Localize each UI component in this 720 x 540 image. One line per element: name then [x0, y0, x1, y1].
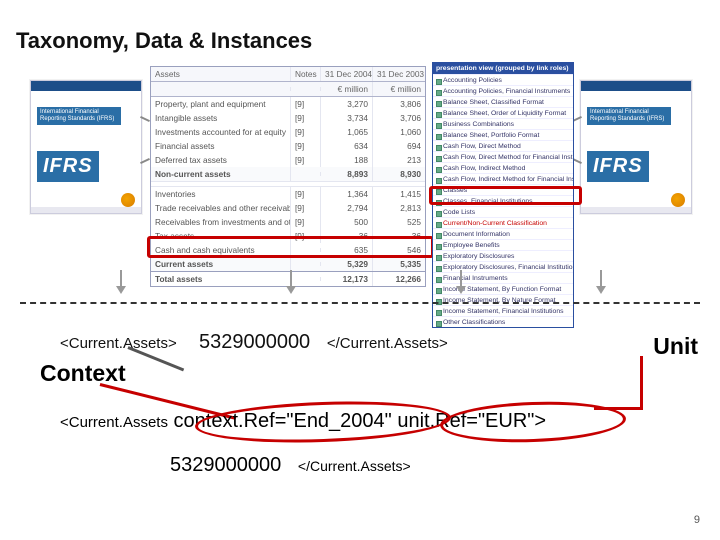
panel-item: Income Statement, Financial Institutions	[433, 305, 573, 316]
col-2004: 31 Dec 2004	[321, 67, 373, 81]
arrow-down-icon	[120, 270, 122, 292]
panel-item: Cash Flow, Direct Method	[433, 140, 573, 151]
col-2003: 31 Dec 2003	[373, 67, 425, 81]
arrow-down-icon	[290, 270, 292, 292]
divider-dashed	[20, 302, 700, 304]
table-row: Tax assets[9]3636	[151, 229, 425, 243]
table-row: Cash and cash equivalents635546	[151, 243, 425, 257]
cover-band	[581, 81, 691, 91]
panel-item: Code Lists	[433, 206, 573, 217]
panel-item: Classes, Financial Institutions	[433, 195, 573, 206]
connector-unit	[594, 407, 643, 410]
connector-unit	[640, 356, 643, 410]
table-row: Deferred tax assets[9]188213	[151, 153, 425, 167]
panel-item: Financial Instruments	[433, 272, 573, 283]
code-example: <Current.Assets> 5329000000 </Current.As…	[60, 329, 700, 356]
code-line-2: <Current.Assets context.Ref="End_2004" u…	[60, 410, 546, 433]
unit-2004: € million	[321, 82, 373, 96]
presentation-view-panel: presentation view (grouped by link roles…	[432, 62, 574, 328]
close-tag-2: </Current.Assets>	[298, 458, 411, 474]
close-tag: </Current.Assets>	[327, 335, 448, 352]
cover-brand: IFRS	[37, 151, 99, 182]
panel-item: Balance Sheet, Portfolio Format	[433, 129, 573, 140]
cover-strap: International Financial Reporting Standa…	[37, 107, 121, 125]
col-notes: Notes	[291, 67, 321, 81]
panel-item: Income Statement, By Function Format	[433, 283, 573, 294]
value-2: 5329000000	[170, 454, 281, 476]
panel-item: Employee Benefits	[433, 239, 573, 250]
open-tag: <Current.Assets>	[60, 335, 177, 352]
table-row: Total assets12,17312,266	[151, 271, 425, 286]
unit-label: Unit	[653, 333, 698, 360]
panel-item: Cash Flow, Indirect Method	[433, 162, 573, 173]
table-header: Assets Notes 31 Dec 2004 31 Dec 2003	[151, 67, 425, 82]
panel-item: Cash Flow, Indirect Method for Financial…	[433, 173, 573, 184]
slide-title: Taxonomy, Data & Instances	[16, 28, 312, 54]
panel-item: Current/Non-Current Classification	[433, 217, 573, 228]
cover-strap: International Financial Reporting Standa…	[587, 107, 671, 125]
panel-header: presentation view (grouped by link roles…	[433, 63, 573, 74]
value: 5329000000	[199, 331, 310, 353]
cover-footbar	[31, 207, 141, 213]
table-row: Non-current assets8,8938,930	[151, 167, 425, 181]
context-label: Context	[40, 360, 126, 387]
table-row: Financial assets[9]634694	[151, 139, 425, 153]
panel-item: Classes	[433, 184, 573, 195]
panel-item: Exploratory Disclosures	[433, 250, 573, 261]
panel-item: Accounting Policies	[433, 74, 573, 85]
ifrs-cover-right: International Financial Reporting Standa…	[580, 80, 692, 214]
unit-2003: € million	[373, 82, 425, 96]
table-row: Receivables from investments and other a…	[151, 215, 425, 229]
table-row: Current assets5,3295,335	[151, 257, 425, 271]
col-assets: Assets	[151, 67, 291, 81]
ifrs-cover-left: International Financial Reporting Standa…	[30, 80, 142, 214]
context-ref: context.Ref="End_2004"	[174, 410, 392, 432]
arrow-down-icon	[460, 270, 462, 292]
table-row: Investments accounted for at equity[9]1,…	[151, 125, 425, 139]
table-row: Trade receivables and other receivables[…	[151, 201, 425, 215]
panel-item: Accounting Policies, Financial Instrumen…	[433, 85, 573, 96]
panel-item: Balance Sheet, Classified Format	[433, 96, 573, 107]
table-row: Inventories[9]1,3641,415	[151, 187, 425, 201]
cover-band	[31, 81, 141, 91]
table-row: Property, plant and equipment[9]3,2703,8…	[151, 97, 425, 111]
iasb-logo-icon	[671, 193, 685, 207]
panel-item: Balance Sheet, Order of Liquidity Format	[433, 107, 573, 118]
panel-item: Cash Flow, Direct Method for Financial I…	[433, 151, 573, 162]
unit-ref: unit.Ref="EUR">	[397, 410, 546, 432]
panel-item: Business Combinations	[433, 118, 573, 129]
panel-item: Exploratory Disclosures, Financial Insti…	[433, 261, 573, 272]
cover-footbar	[581, 207, 691, 213]
balance-sheet-table: Assets Notes 31 Dec 2004 31 Dec 2003 € m…	[150, 66, 426, 287]
panel-item: Document Information	[433, 228, 573, 239]
open-tag-2: <Current.Assets	[60, 414, 168, 431]
arrow-down-icon	[600, 270, 602, 292]
page-number: 9	[694, 514, 700, 526]
table-units-row: € million € million	[151, 82, 425, 97]
iasb-logo-icon	[121, 193, 135, 207]
code-line-3: 5329000000 </Current.Assets>	[170, 454, 411, 477]
panel-item: Other Classifications	[433, 316, 573, 327]
cover-brand: IFRS	[587, 151, 649, 182]
table-row: Intangible assets[9]3,7343,706	[151, 111, 425, 125]
